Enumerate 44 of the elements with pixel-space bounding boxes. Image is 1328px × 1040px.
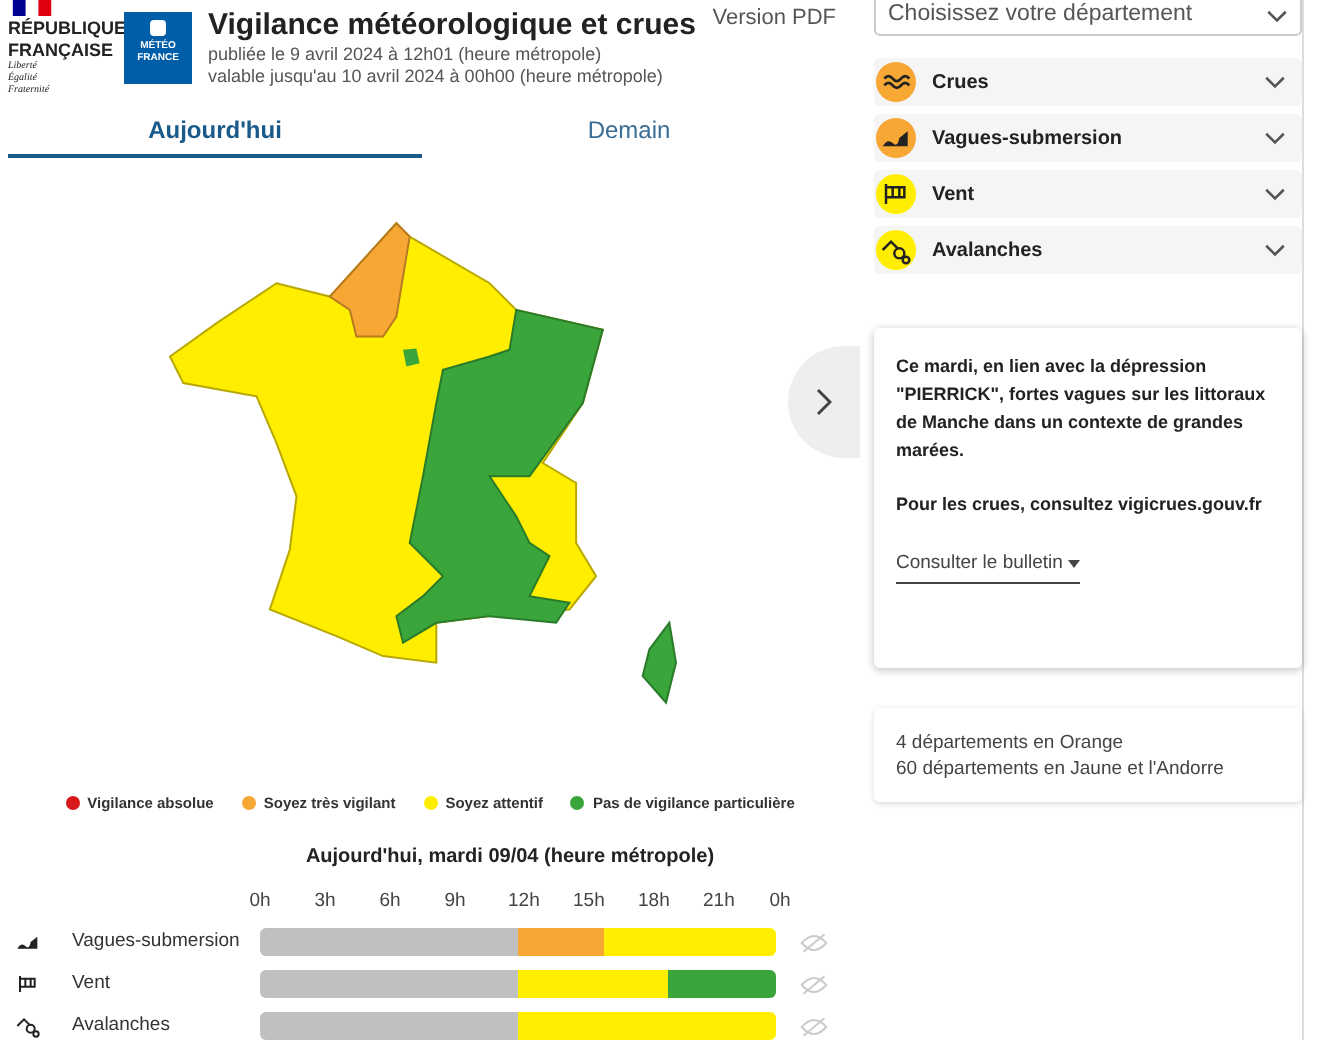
hidden-eye-icon[interactable] [800, 1015, 828, 1037]
day-tab[interactable]: Demain [422, 106, 836, 159]
valid-date: valable jusqu'au 10 avril 2024 à 00h00 (heure métropole) [208, 66, 665, 88]
wave-slope-icon [876, 118, 916, 158]
republic-label: RÉPUBLIQUE [8, 18, 124, 40]
hour-label: 6h [378, 887, 402, 916]
chevron-down-icon [1264, 187, 1286, 201]
hazard-accordion[interactable]: Crues [874, 58, 1302, 106]
summary-text: 4 départements en Orange [896, 730, 1126, 756]
bulletin-link[interactable]: Consulter le bulletin [896, 550, 1081, 585]
bulletin-text: Pour les crues, consultez vigicrues.gouv.fr [896, 492, 1264, 518]
pdf-link[interactable]: Version PDF [712, 2, 836, 35]
published-date: publiée le 9 avril 2024 à 12h01 (heure métropole) [208, 44, 604, 66]
next-button[interactable] [788, 346, 860, 459]
republic-label: FRANÇAISE [8, 40, 116, 61]
hour-label: 0h [768, 887, 792, 916]
chevron-down-icon [1266, 9, 1288, 23]
hour-label: 9h [443, 887, 467, 916]
hidden-eye-icon[interactable] [800, 931, 828, 953]
caret-down-icon [1068, 560, 1081, 569]
logo-mark-icon [150, 20, 166, 36]
department-select[interactable]: Choisissez votre département [874, 0, 1302, 36]
chevron-down-icon [1264, 75, 1286, 89]
summary-text: 60 départements en Jaune et l'Andorre [896, 756, 1226, 782]
hazard-accordion[interactable]: Avalanches [874, 226, 1302, 274]
hidden-eye-icon[interactable] [800, 973, 828, 995]
day-tab[interactable]: Aujourd'hui [8, 106, 422, 159]
chevron-right-icon [816, 388, 832, 417]
snowball-slope-icon [876, 230, 916, 270]
hazard-accordion[interactable]: Vagues-submersion [874, 114, 1302, 162]
chevron-down-icon [1264, 131, 1286, 145]
flag-icon [8, 0, 56, 16]
timeline-label: Avalanches [72, 1011, 172, 1040]
hour-label: 3h [313, 887, 337, 916]
waves-icon [876, 62, 916, 102]
timeline-label: Vagues-submersion [72, 927, 242, 956]
hour-label: 0h [248, 887, 272, 916]
timeline-title: Aujourd'hui, mardi 09/04 (heure métropole) [303, 843, 717, 872]
chevron-down-icon [1264, 243, 1286, 257]
windsock-icon [876, 174, 916, 214]
timeline-label: Vent [72, 969, 113, 998]
page-title: Vigilance météorologique et crues [208, 8, 696, 44]
bulletin-text: Ce mardi, en lien avec la dépression "PIERRICK", fortes vagues sur les littoraux de Manche dans un contexte de grandes marées. [896, 354, 1268, 464]
hazard-accordion[interactable]: Vent [874, 170, 1302, 218]
